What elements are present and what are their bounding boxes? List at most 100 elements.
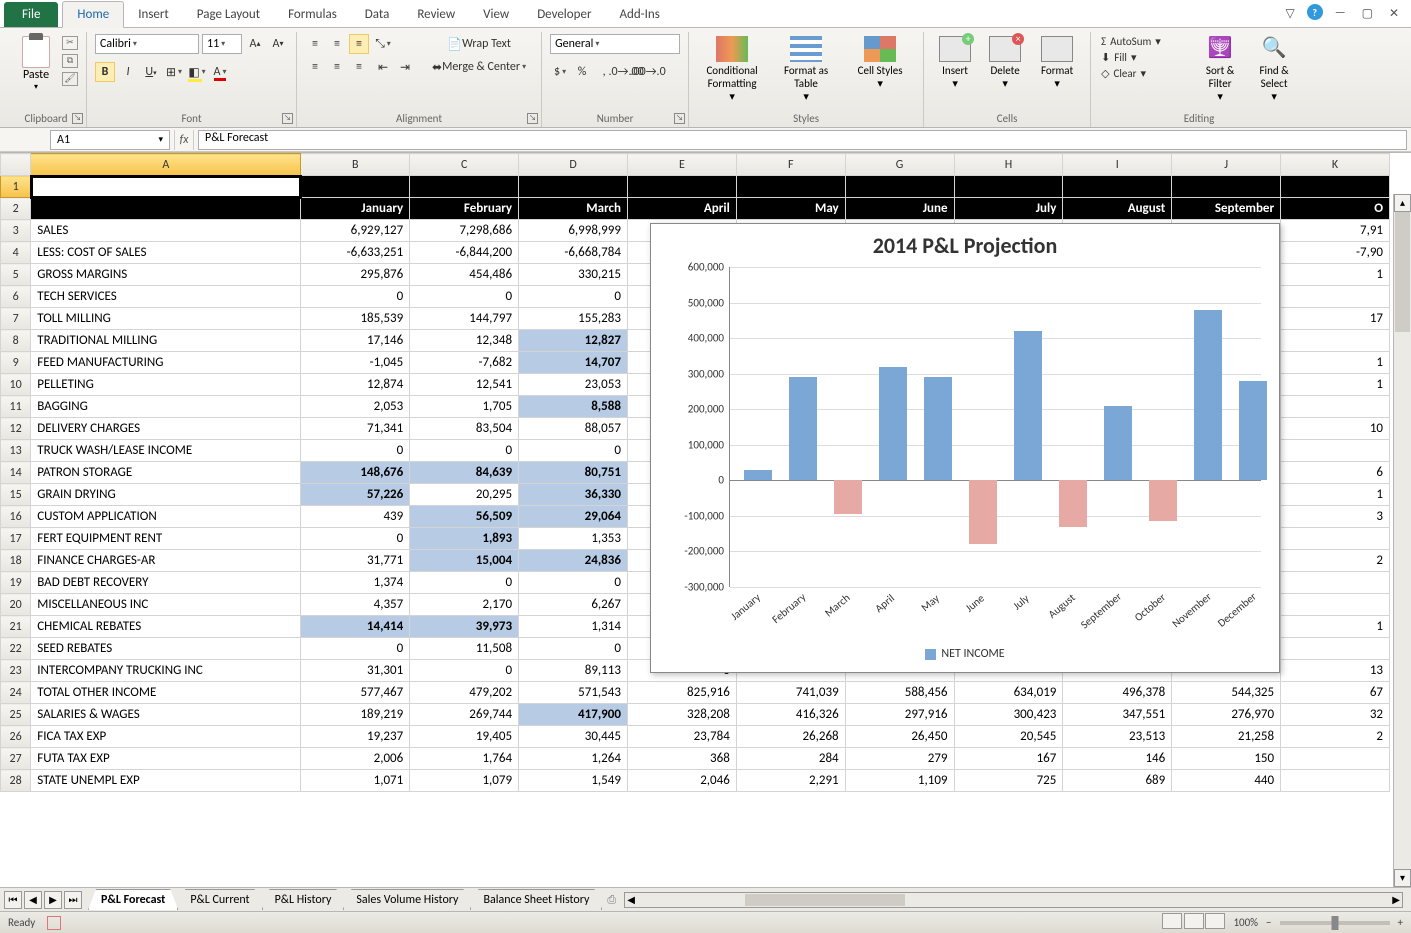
tab-view[interactable]: View	[469, 2, 523, 27]
cell[interactable]: 0	[519, 440, 628, 462]
cell[interactable]: 26,268	[736, 726, 845, 748]
cell[interactable]	[31, 198, 301, 220]
cell[interactable]: SALES	[31, 220, 301, 242]
cell[interactable]: 1,374	[301, 572, 410, 594]
cell[interactable]: PATRON STORAGE	[31, 462, 301, 484]
decrease-font-icon[interactable]: A▾	[268, 34, 288, 54]
cell[interactable]: 0	[301, 286, 410, 308]
cell[interactable]: 185,539	[301, 308, 410, 330]
cell[interactable]: August	[1063, 198, 1172, 220]
row-header[interactable]: 28	[1, 770, 31, 792]
delete-cells-button[interactable]: ×Delete ▾	[982, 34, 1028, 110]
cell[interactable]: 89,113	[519, 660, 628, 682]
row-header[interactable]: 27	[1, 748, 31, 770]
fill-button[interactable]: ⬇ Fill ▾	[1099, 50, 1191, 65]
cell[interactable]: 689	[1063, 770, 1172, 792]
cell[interactable]	[627, 176, 736, 198]
format-cells-button[interactable]: Format ▾	[1032, 34, 1082, 110]
cell[interactable]: 32	[1281, 704, 1390, 726]
cell[interactable]: July	[954, 198, 1063, 220]
sort-filter-button[interactable]: 🕎Sort & Filter ▾	[1195, 34, 1245, 110]
cell[interactable]: 479,202	[410, 682, 519, 704]
cell[interactable]: 8,588	[519, 396, 628, 418]
tab-file[interactable]: File	[4, 2, 58, 27]
underline-button[interactable]: U▾	[141, 62, 161, 82]
row-header[interactable]: 5	[1, 264, 31, 286]
cell[interactable]: MISCELLANEOUS INC	[31, 594, 301, 616]
cell[interactable]: 284	[736, 748, 845, 770]
merge-center-button[interactable]: ⬌ Merge & Center	[425, 57, 533, 77]
cell[interactable]: 2	[1281, 726, 1390, 748]
tab-home[interactable]: Home	[62, 1, 124, 28]
tab-add-ins[interactable]: Add-Ins	[605, 2, 673, 27]
cell[interactable]: -6,844,200	[410, 242, 519, 264]
orientation-icon[interactable]: ⤡	[373, 34, 393, 54]
cell[interactable]: 577,467	[301, 682, 410, 704]
cell[interactable]: 2,170	[410, 594, 519, 616]
cell[interactable]: 0	[519, 286, 628, 308]
cell[interactable]	[519, 176, 628, 198]
cell[interactable]: 634,019	[954, 682, 1063, 704]
row-header[interactable]: 1	[1, 176, 31, 198]
cell[interactable]: 1	[1281, 616, 1390, 638]
cell[interactable]: 6,998,999	[519, 220, 628, 242]
cell[interactable]: 0	[519, 638, 628, 660]
cell[interactable]: 12,541	[410, 374, 519, 396]
row-header[interactable]: 26	[1, 726, 31, 748]
cell[interactable]: 2,046	[627, 770, 736, 792]
cell[interactable]: 544,325	[1172, 682, 1281, 704]
decrease-decimal-icon[interactable]: .00→.0	[638, 62, 658, 82]
cell[interactable]: 83,504	[410, 418, 519, 440]
cell[interactable]: 20,545	[954, 726, 1063, 748]
cell[interactable]: DELIVERY CHARGES	[31, 418, 301, 440]
tab-data[interactable]: Data	[351, 2, 404, 27]
page-layout-view-icon[interactable]	[1184, 913, 1204, 929]
cell[interactable]: 439	[301, 506, 410, 528]
cell[interactable]: 1,071	[301, 770, 410, 792]
cell[interactable]: 12,827	[519, 330, 628, 352]
cell[interactable]: 39,973	[410, 616, 519, 638]
cell[interactable]: May	[736, 198, 845, 220]
decrease-indent-icon[interactable]: ⇤	[373, 57, 393, 77]
cell[interactable]: 0	[301, 440, 410, 462]
cell[interactable]: 24,836	[519, 550, 628, 572]
minimize-icon[interactable]: —	[1331, 4, 1350, 23]
cell[interactable]	[1281, 594, 1390, 616]
cell[interactable]: 1	[1281, 374, 1390, 396]
cell[interactable]: June	[845, 198, 954, 220]
cell[interactable]: 1,764	[410, 748, 519, 770]
cell[interactable]: 26,450	[845, 726, 954, 748]
cell[interactable]: 21,258	[1172, 726, 1281, 748]
cell[interactable]: 416,326	[736, 704, 845, 726]
sheet-nav-first-icon[interactable]: ⏮	[4, 891, 22, 909]
cell[interactable]	[1281, 748, 1390, 770]
horizontal-scrollbar[interactable]: ◀▶	[624, 892, 1403, 908]
cell[interactable]: FUTA TAX EXP	[31, 748, 301, 770]
cell[interactable]: O	[1281, 198, 1390, 220]
cell[interactable]: 1,079	[410, 770, 519, 792]
cell[interactable]: 0	[301, 638, 410, 660]
cell[interactable]: 1,314	[519, 616, 628, 638]
cell[interactable]: 276,970	[1172, 704, 1281, 726]
cell[interactable]: 297,916	[845, 704, 954, 726]
cell[interactable]: April	[627, 198, 736, 220]
cell[interactable]: 29,064	[519, 506, 628, 528]
cell[interactable]: 368	[627, 748, 736, 770]
column-header[interactable]: A	[31, 154, 301, 176]
dialog-launcher-icon[interactable]: ↘	[527, 113, 538, 124]
paste-button[interactable]: Paste ▾	[14, 34, 58, 110]
cell[interactable]: 1	[1281, 352, 1390, 374]
align-top-icon[interactable]: ≡	[305, 34, 325, 54]
cell-styles-button[interactable]: Cell Styles ▾	[845, 34, 915, 110]
cell[interactable]	[1281, 176, 1390, 198]
cell[interactable]	[1281, 638, 1390, 660]
row-header[interactable]: 19	[1, 572, 31, 594]
cell[interactable]: 57,226	[301, 484, 410, 506]
cell[interactable]: 189,219	[301, 704, 410, 726]
cell[interactable]: 741,039	[736, 682, 845, 704]
cell[interactable]: 300,423	[954, 704, 1063, 726]
sheet-nav-next-icon[interactable]: ▶	[44, 891, 62, 909]
cell[interactable]: CHEMICAL REBATES	[31, 616, 301, 638]
cell[interactable]: 347,551	[1063, 704, 1172, 726]
cell[interactable]: -7,90	[1281, 242, 1390, 264]
